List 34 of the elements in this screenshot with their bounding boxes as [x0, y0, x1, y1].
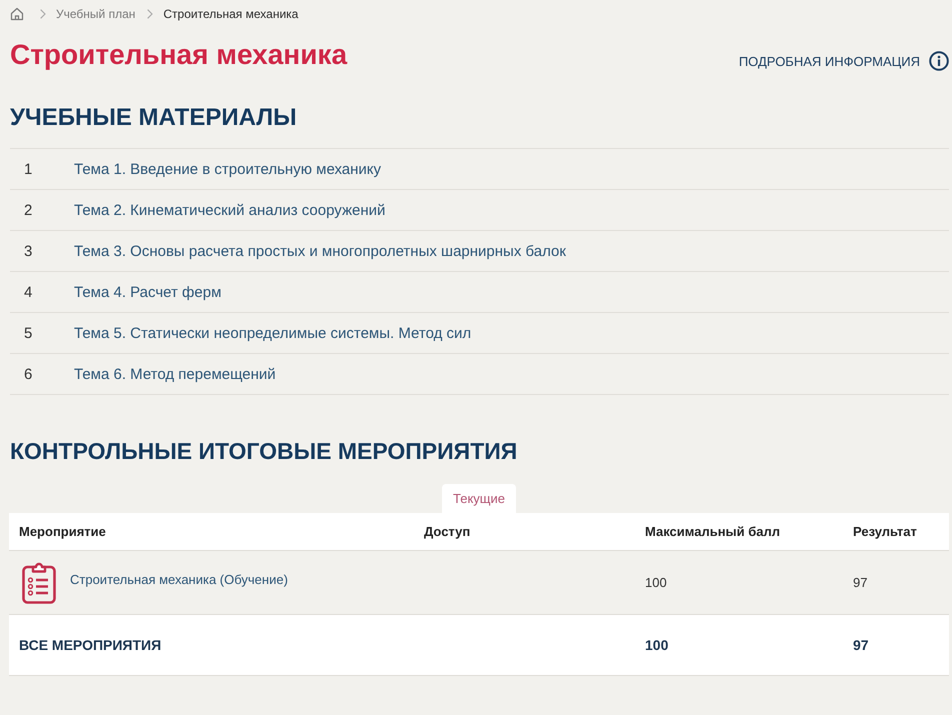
- row-number: 1: [23, 160, 34, 178]
- breadcrumb-link[interactable]: Учебный план: [56, 7, 136, 21]
- page-title: Строительная механика: [10, 38, 348, 72]
- info-icon: [929, 51, 949, 71]
- row-number: 6: [23, 366, 34, 382]
- section-heading: УЧЕБНЫЕ МАТЕРИАЛЫ: [10, 103, 298, 133]
- event-link[interactable]: Строительная механика (Обучение): [70, 572, 288, 587]
- topic-link[interactable]: Тема 5. Статически неопределимые системы. Метод сил: [74, 324, 472, 342]
- row-number: 2: [23, 202, 34, 218]
- row-number: 4: [23, 284, 34, 300]
- section-heading: КОНТРОЛЬНЫЕ ИТОГОВЫЕ МЕРОПРИЯТИЯ: [10, 437, 518, 466]
- row-number: 5: [23, 324, 34, 342]
- home-icon[interactable]: [10, 7, 24, 21]
- column-header: Максимальный балл: [644, 524, 782, 539]
- clipboard-list-icon: [22, 562, 56, 604]
- chevron-icon: [40, 9, 46, 19]
- table-cell-text: 100: [644, 637, 670, 653]
- tab[interactable]: Текущие: [442, 484, 516, 513]
- topic-link[interactable]: Тема 4. Расчет ферм: [74, 284, 222, 300]
- topic-link[interactable]: Тема 2. Кинематический анализ сооружений: [74, 202, 386, 218]
- chevron-icon: [147, 9, 154, 19]
- table-cell-text: 100: [644, 575, 668, 590]
- topic-link[interactable]: Тема 6. Метод перемещений: [74, 366, 276, 382]
- breadcrumb-link[interactable]: Строительная механика: [163, 7, 298, 21]
- topic-link[interactable]: Тема 3. Основы расчета простых и многопролетных шарнирных балок: [74, 242, 566, 260]
- total-label: ВСЕ МЕРОПРИЯТИЯ: [18, 637, 162, 653]
- topic-link[interactable]: Тема 1. Введение в строительную механику: [74, 160, 382, 178]
- table-cell-text: 97: [852, 637, 870, 653]
- column-header: Доступ: [423, 524, 472, 539]
- column-header: Результат: [852, 524, 918, 539]
- table-cell-text: 97: [852, 575, 868, 590]
- column-header: Мероприятие: [18, 524, 107, 539]
- details-link[interactable]: ПОДРОБНАЯ ИНФОРМАЦИЯ: [738, 51, 949, 71]
- row-number: 3: [23, 242, 34, 260]
